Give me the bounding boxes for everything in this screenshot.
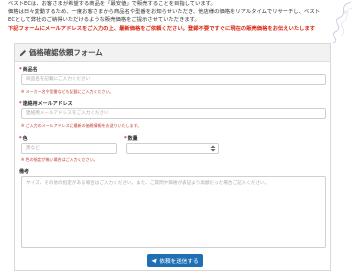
intro-line-4: 下記フォームにメールアドレスをご入力の上、最新価格をご依頼ください。登録不要です…: [8, 25, 316, 32]
paper-plane-icon: [151, 257, 158, 264]
submit-button[interactable]: 依頼を送信する: [147, 254, 203, 267]
quantity-stepper[interactable]: [126, 143, 219, 154]
form-title: 価格確認依頼フォーム: [29, 48, 103, 57]
decorative-swirl-icon: [332, 1, 353, 44]
email-input[interactable]: 連絡用メールアドレスをご入力ください: [21, 108, 326, 119]
email-hint: ※ ご入力のメールアドレスに最新の価格情報をお送りいたします。: [21, 123, 142, 128]
intro-text: ベストECは、お客さまが希望する商品を「最安値」で販売することを目指しています。…: [8, 0, 346, 40]
required-mark: *: [19, 67, 22, 73]
quantity-label: *数量: [124, 136, 138, 142]
product-name-input[interactable]: 商品名を記載にご入力ください: [21, 74, 326, 85]
product-name-hint: ※ メーカー名や型番なども記載にご入力ください。: [21, 89, 114, 94]
form-header: 価格確認依頼フォーム: [15, 44, 330, 62]
notes-label: 備考: [19, 169, 30, 175]
notes-textarea[interactable]: サイズ、その他の指定がある場合はご入力ください。また、ご質問や価格が表記より高額…: [21, 176, 326, 248]
intro-line-3: ECとして弊社のご納得いただけるような販売価格をご提示させていただきます。: [8, 17, 200, 24]
intro-line-1: ベストECは、お客さまが希望する商品を「最安値」で販売することを目指しています。: [8, 1, 216, 7]
email-label: *連絡用メールアドレス: [19, 101, 73, 107]
required-mark: *: [19, 136, 22, 142]
stepper-arrows-icon[interactable]: [210, 145, 216, 152]
submit-label: 依頼を送信する: [159, 258, 199, 265]
pencil-icon: [19, 49, 27, 56]
required-mark: *: [19, 101, 22, 107]
intro-line-2: 価格は日々変動するため、一度お客さまから商品名や型番をお知らせいただき、他店様の…: [8, 9, 320, 16]
required-mark: *: [124, 136, 127, 142]
color-input[interactable]: 黒など: [21, 143, 117, 154]
product-name-label: *商品名: [19, 67, 38, 73]
color-hint: ※ 色の指定が無い場合はご入力ください。: [21, 157, 98, 162]
color-label: *色: [19, 136, 28, 142]
